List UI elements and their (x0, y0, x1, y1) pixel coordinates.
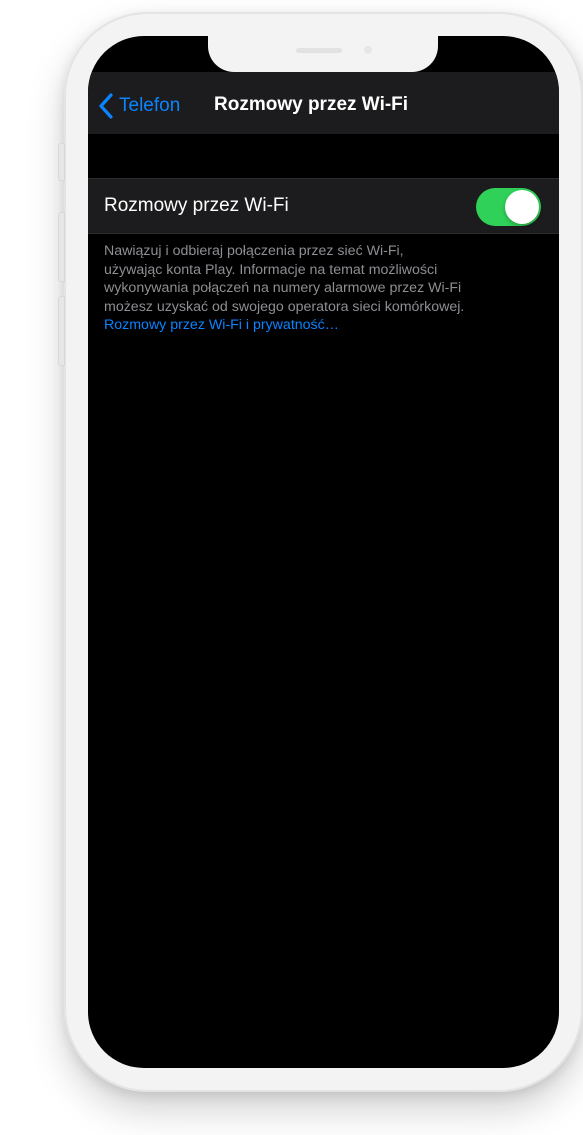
volume-down-button (58, 296, 65, 366)
mute-switch (58, 143, 65, 181)
wifi-calling-toggle[interactable] (476, 188, 541, 226)
speaker-grille (296, 48, 342, 53)
wifi-calling-label: Rozmowy przez Wi-Fi (104, 195, 289, 216)
notch (208, 36, 438, 72)
back-label: Telefon (119, 95, 181, 116)
wifi-calling-row: Rozmowy przez Wi-Fi (88, 178, 559, 234)
wifi-calling-description: Nawiązuj i odbieraj połączenia przez sie… (104, 242, 549, 335)
volume-up-button (58, 212, 65, 282)
phone-screen: Telefon Rozmowy przez Wi-Fi Rozmowy prze… (88, 36, 559, 1068)
group-header-spacer (88, 134, 559, 178)
chevron-left-icon (99, 93, 113, 119)
front-camera-icon (364, 46, 372, 54)
back-button[interactable]: Telefon (96, 92, 180, 120)
description-line: Nawiązuj i odbieraj połączenia przez sie… (104, 243, 404, 259)
navigation-bar: Telefon Rozmowy przez Wi-Fi (88, 72, 559, 134)
description-line: możesz uzyskać od swojego operatora siec… (104, 298, 465, 315)
page-title: Rozmowy przez Wi-Fi (214, 94, 409, 115)
toggle-knob (505, 190, 539, 224)
page-stage: Telefon Rozmowy przez Wi-Fi Rozmowy prze… (0, 0, 583, 1135)
description-line: używając konta Play. Informacje na temat… (104, 261, 438, 278)
wifi-calling-privacy-link[interactable]: Rozmowy przez Wi-Fi i prywatność… (104, 316, 549, 335)
description-line: wykonywania połączeń na numery alarmowe … (104, 280, 462, 297)
